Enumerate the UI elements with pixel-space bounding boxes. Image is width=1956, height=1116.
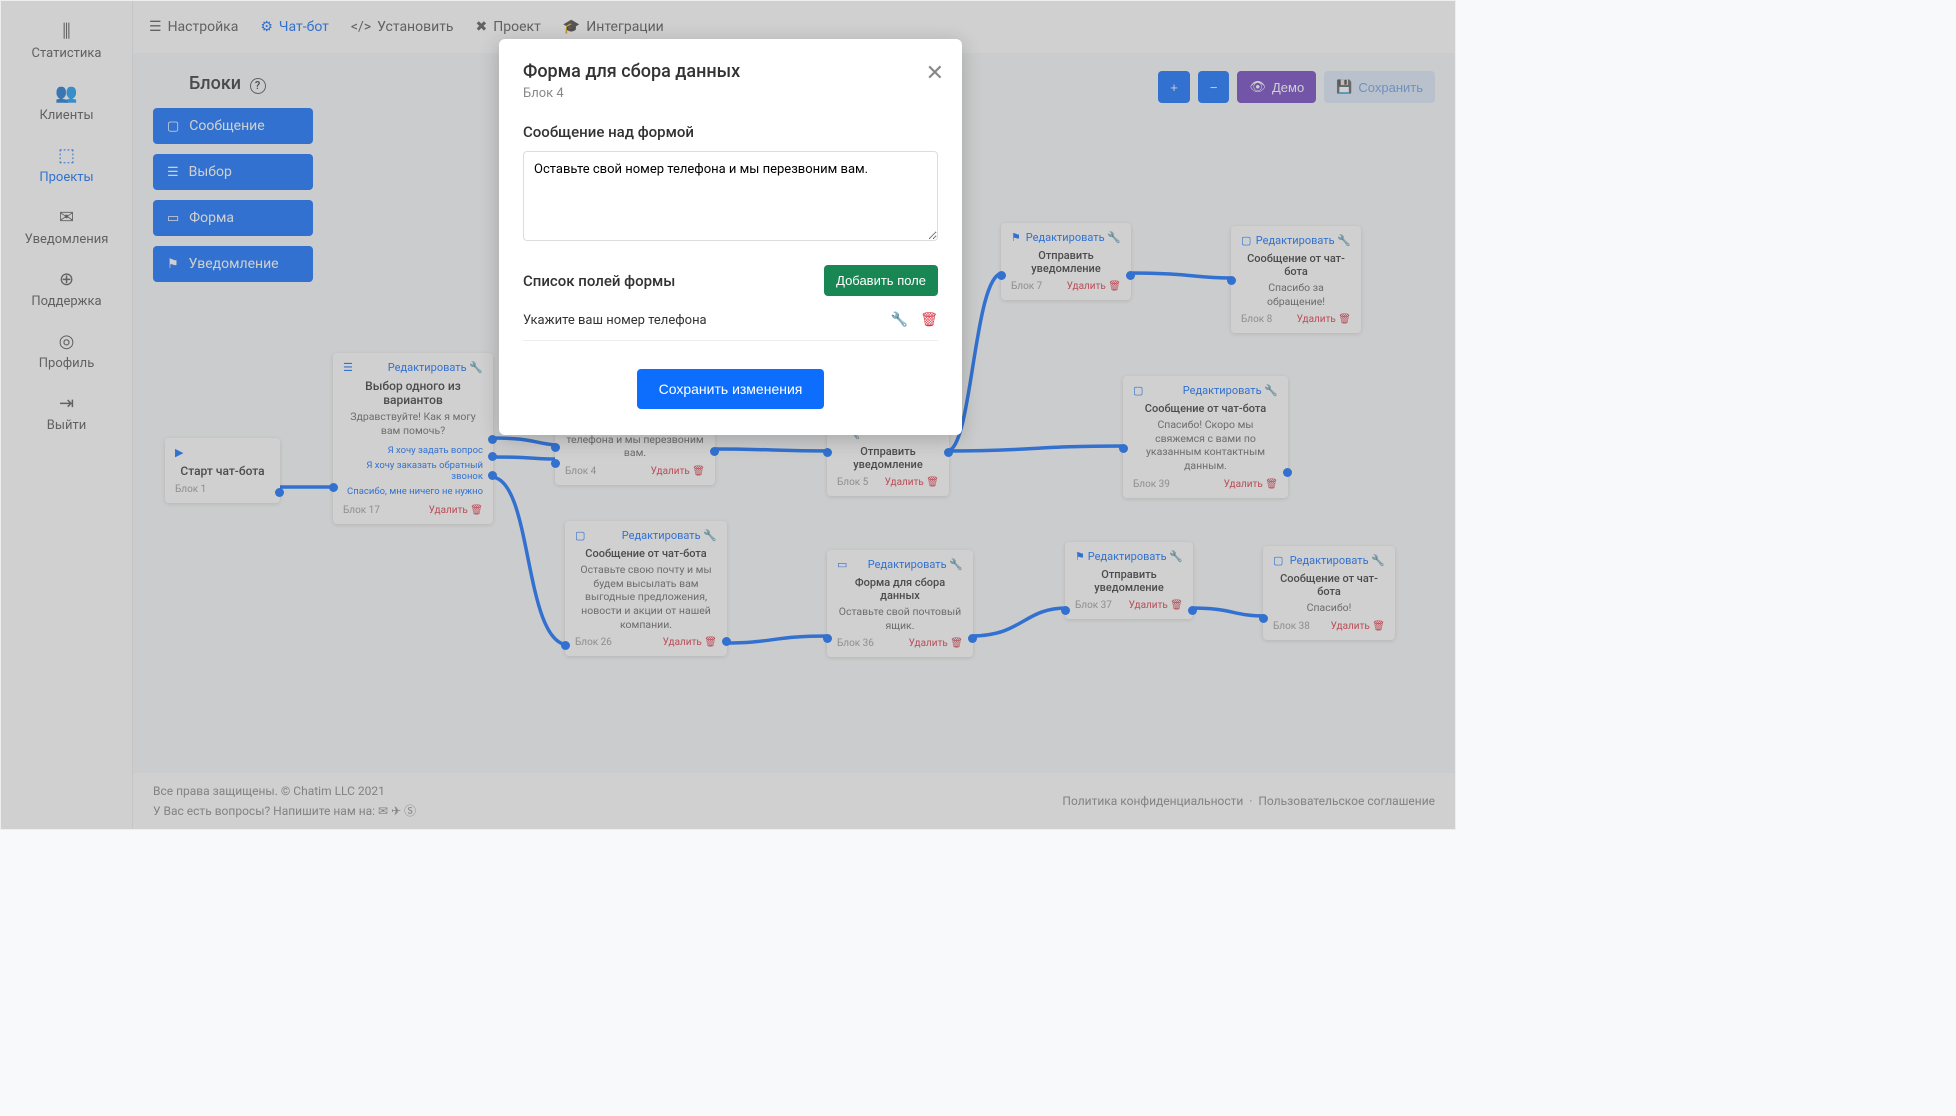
modal-subtitle: Блок 4: [523, 86, 938, 101]
fields-label: Список полей формы: [523, 272, 675, 290]
field-name: Укажите ваш номер телефона: [523, 313, 707, 328]
wrench-icon[interactable]: 🔧: [891, 312, 908, 328]
form-label: Сообщение над формой: [523, 123, 938, 141]
modal-title: Форма для сбора данных: [523, 61, 938, 82]
message-textarea[interactable]: [523, 151, 938, 241]
trash-icon[interactable]: 🗑: [920, 312, 938, 328]
modal-form: Форма для сбора данных Блок 4 ✕ Сообщени…: [499, 39, 962, 435]
save-changes-button[interactable]: Сохранить изменения: [637, 369, 825, 409]
close-icon[interactable]: ✕: [926, 61, 944, 86]
field-row: Укажите ваш номер телефона 🔧 🗑: [523, 300, 938, 341]
add-field-button[interactable]: Добавить поле: [824, 265, 938, 296]
